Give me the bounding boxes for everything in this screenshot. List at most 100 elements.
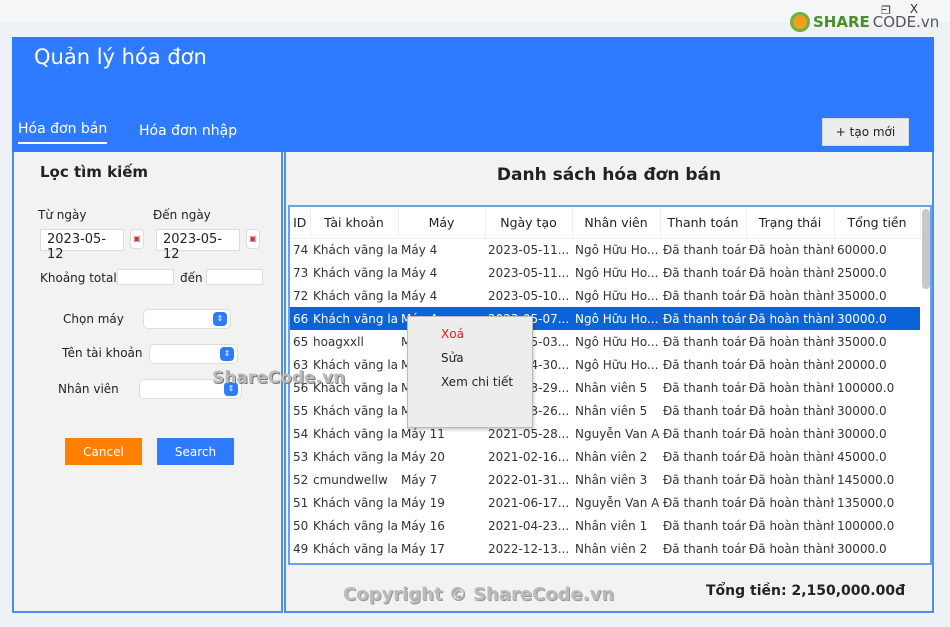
table-cell: Ngô Hữu Ho... <box>575 242 659 257</box>
column-header[interactable]: Ngày tạo <box>485 207 573 239</box>
table-cell: Ngô Hữu Ho... <box>572 307 660 330</box>
table-cell: 100000.0 <box>837 518 895 533</box>
copyright-watermark: Copyright © ShareCode.vn <box>343 584 615 605</box>
table-cell: Máy 16 <box>401 518 445 533</box>
table-cell: 2023-05-11... <box>488 265 570 280</box>
tab-hoa-don-nhap[interactable]: Hóa đơn nhập <box>139 123 237 139</box>
tab-hoa-don-ban[interactable]: Hóa đơn bán <box>18 121 108 144</box>
table-cell: 135000.0 <box>837 495 895 510</box>
table-cell: 2021-04-23... <box>488 518 570 533</box>
invoice-list-panel: Danh sách hóa đơn bán ID Tài khoản Máy Ngày… <box>284 152 934 613</box>
table-cell: Đã thanh toán <box>663 541 746 556</box>
menu-item-edit[interactable]: Sửa <box>441 351 464 365</box>
table-cell: Đã hoàn thành <box>749 472 834 487</box>
create-new-button[interactable]: + tạo mới <box>822 118 909 146</box>
account-label: Tên tài khoản <box>62 346 143 360</box>
table-cell: Nhân viên 2 <box>575 541 648 556</box>
table-cell: Đã thanh toán <box>663 472 746 487</box>
table-cell: Nguyễn Van A <box>575 426 660 441</box>
table-cell: Đã thanh toán <box>663 288 746 303</box>
table-cell: Khách vãng lai <box>313 541 398 556</box>
to-date-input[interactable]: 2023-05-12 <box>156 229 240 262</box>
table-row[interactable]: 51 Khách vãng lai Máy 19 2021-06-17... Nguyễ… <box>290 491 920 514</box>
table-row[interactable]: 56Khách vãng laiMáy 42022-03-29...Nhân v… <box>290 376 920 399</box>
invoice-table[interactable]: ID Tài khoản Máy Ngày tạo Nhân viên Thanh toá… <box>288 205 932 565</box>
table-cell: Đã thanh toán <box>663 495 746 510</box>
column-header[interactable]: Thanh toán <box>660 207 747 239</box>
table-row[interactable]: 50 Khách vãng lai Máy 16 2021-04-23... Nhân … <box>290 514 920 537</box>
table-cell: 65 <box>293 334 309 349</box>
table-cell: 30000.0 <box>837 541 887 556</box>
table-row[interactable]: 63Khách vãng laiMáy 42023-04-30...Ngô Hữ… <box>290 353 920 376</box>
table-cell: Đã thanh toán <box>663 403 746 418</box>
table-cell: 54 <box>293 426 309 441</box>
table-row[interactable]: 55Khách vãng laiMáy 202022-03-26...Nhân … <box>290 399 920 422</box>
table-cell: Máy 4 <box>401 288 438 303</box>
table-cell: 2021-06-17... <box>488 495 570 510</box>
table-cell: Đã hoàn thành <box>749 265 834 280</box>
header: Quản lý hóa đơn Hóa đơn bán Hóa đơn nhập… <box>12 37 934 152</box>
filter-title: Lọc tìm kiếm <box>40 163 149 181</box>
table-cell: Khách vãng lai <box>313 403 398 418</box>
table-cell: Đã hoàn thành <box>749 334 834 349</box>
table-cell: 25000.0 <box>837 265 887 280</box>
table-cell: Đã hoàn thành <box>749 288 834 303</box>
grand-total: Tổng tiền: 2,150,000.00đ <box>706 583 906 599</box>
table-row[interactable]: 54 Khách vãng lai Máy 11 2021-05-28... Nguyễ… <box>290 422 920 445</box>
chevron-updown-icon: ⇕ <box>213 312 227 326</box>
table-cell: 30000.0 <box>834 307 920 330</box>
logo-text-b: CODE.vn <box>872 13 940 31</box>
staff-label: Nhân viên <box>58 382 119 396</box>
table-row[interactable]: 52 cmundwellw Máy 7 2022-01-31... Nhân viên … <box>290 468 920 491</box>
account-select[interactable]: ⇕ <box>149 344 238 364</box>
table-cell: 49 <box>293 541 309 556</box>
column-header[interactable]: Tổng tiền <box>834 207 921 239</box>
table-cell: Nhân viên 1 <box>575 518 648 533</box>
table-cell: cmundwellw <box>313 472 388 487</box>
table-cell: Khách vãng lai <box>313 426 398 441</box>
scrollbar[interactable] <box>922 209 930 289</box>
cancel-button[interactable]: Cancel <box>65 438 142 465</box>
calendar-icon[interactable]: ▣ <box>246 229 260 249</box>
column-header[interactable]: Tài khoản <box>310 207 399 239</box>
total-range-label: Khoảng total <box>40 271 117 285</box>
table-cell: Ngô Hữu Ho... <box>575 265 659 280</box>
machine-select[interactable]: ⇕ <box>143 309 231 329</box>
list-title: Danh sách hóa đơn bán <box>496 165 722 185</box>
table-row[interactable]: 49 Khách vãng lai Máy 17 2022-12-13... Nhân … <box>290 537 920 560</box>
table-cell: Máy 4 <box>401 242 438 257</box>
table-cell: Đã thanh toán <box>663 334 746 349</box>
table-row[interactable]: 65hoagxxllMáy 42023-05-03...Ngô Hữu Ho..… <box>290 330 920 353</box>
menu-item-delete[interactable]: Xoá <box>441 327 464 341</box>
calendar-icon[interactable]: ▣ <box>130 229 144 249</box>
total-min-input[interactable] <box>117 269 174 285</box>
from-date-label: Từ ngày <box>38 208 87 222</box>
table-cell: 35000.0 <box>837 334 887 349</box>
menu-item-view-detail[interactable]: Xem chi tiết <box>441 375 513 389</box>
table-cell: Máy 7 <box>401 472 438 487</box>
table-cell: Nhân viên 3 <box>575 472 648 487</box>
table-cell: 50 <box>293 518 309 533</box>
column-header[interactable]: Nhân viên <box>572 207 661 239</box>
table-cell: 53 <box>293 449 309 464</box>
total-to-label: đến <box>180 271 203 285</box>
table-row[interactable]: 73 Khách vãng lai Máy 4 2023-05-11... Ngô Hữ… <box>290 261 920 284</box>
column-header[interactable]: Trạng thái <box>746 207 835 239</box>
column-header[interactable]: ID <box>290 207 311 239</box>
table-cell: 52 <box>293 472 309 487</box>
table-cell: 2023-05-10... <box>488 288 570 303</box>
table-cell: Đã thanh toán <box>663 265 746 280</box>
table-cell: Nhân viên 5 <box>575 380 648 395</box>
column-header[interactable]: Máy <box>398 207 486 239</box>
table-row[interactable]: 72 Khách vãng lai Máy 4 2023-05-10... Ngô Hữ… <box>290 284 920 307</box>
machine-label: Chọn máy <box>63 312 124 326</box>
table-cell: Đã hoàn thành <box>749 426 834 441</box>
total-max-input[interactable] <box>206 269 263 285</box>
from-date-input[interactable]: 2023-05-12 <box>40 229 124 262</box>
page-title: Quản lý hóa đơn <box>34 45 207 69</box>
table-row[interactable]: 66Khách vãng laiMáy 42023-05-07...Ngô Hữ… <box>290 307 920 330</box>
table-cell: Đã thanh toán <box>663 357 746 372</box>
table-row[interactable]: 53 Khách vãng lai Máy 20 2021-02-16... Nhân … <box>290 445 920 468</box>
table-row[interactable]: 74 Khách vãng lai Máy 4 2023-05-11... Ngô Hữ… <box>290 238 920 261</box>
search-button[interactable]: Search <box>157 438 234 465</box>
